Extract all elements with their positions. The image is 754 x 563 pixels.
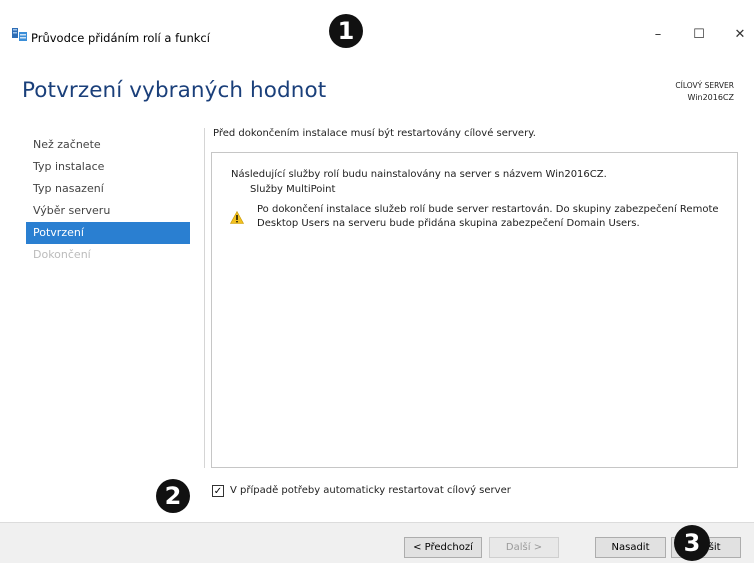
close-button[interactable]: ✕ — [727, 22, 753, 48]
warning-icon — [230, 211, 244, 224]
window-title: Průvodce přidáním rolí a funkcí — [31, 31, 210, 45]
target-server-name: Win2016CZ — [687, 93, 734, 102]
restart-checkbox-label[interactable]: V případě potřeby automaticky restartova… — [230, 485, 511, 496]
next-button: Další > — [489, 537, 559, 558]
install-summary-text: Následující služby rolí budu nainstalová… — [231, 169, 607, 180]
minimize-button[interactable]: – — [645, 22, 671, 48]
restart-checkbox[interactable]: ✓ — [212, 485, 224, 497]
nav-item-confirmation[interactable]: Potvrzení — [26, 222, 190, 244]
role-service-item: Služby MultiPoint — [250, 184, 336, 195]
server-manager-icon — [12, 28, 27, 41]
annotation-badge-2: 2 — [156, 479, 190, 513]
previous-button[interactable]: < Předchozí — [404, 537, 482, 558]
nav-item-installation-type[interactable]: Typ instalace — [26, 156, 190, 178]
nav-item-deployment-type[interactable]: Typ nasazení — [26, 178, 190, 200]
page-title: Potvrzení vybraných hodnot — [22, 78, 327, 103]
warning-text: Po dokončení instalace služeb rolí bude … — [257, 204, 719, 229]
nav-divider — [204, 128, 205, 468]
nav-item-before-you-begin[interactable]: Než začnete — [26, 134, 190, 156]
wizard-nav: Než začnete Typ instalace Typ nasazení V… — [26, 134, 190, 266]
restart-notice: Před dokončením instalace musí být resta… — [213, 128, 536, 139]
annotation-badge-3: 3 — [674, 525, 710, 561]
annotation-badge-1: 1 — [329, 14, 363, 48]
confirmation-panel: Následující služby rolí budu nainstalová… — [211, 152, 738, 468]
target-server-label: CÍLOVÝ SERVER — [675, 81, 734, 90]
maximize-button[interactable]: ☐ — [686, 22, 712, 48]
title-bar — [0, 0, 754, 30]
nav-item-server-selection[interactable]: Výběr serveru — [26, 200, 190, 222]
install-button[interactable]: Nasadit — [595, 537, 666, 558]
nav-item-results: Dokončení — [33, 248, 91, 261]
